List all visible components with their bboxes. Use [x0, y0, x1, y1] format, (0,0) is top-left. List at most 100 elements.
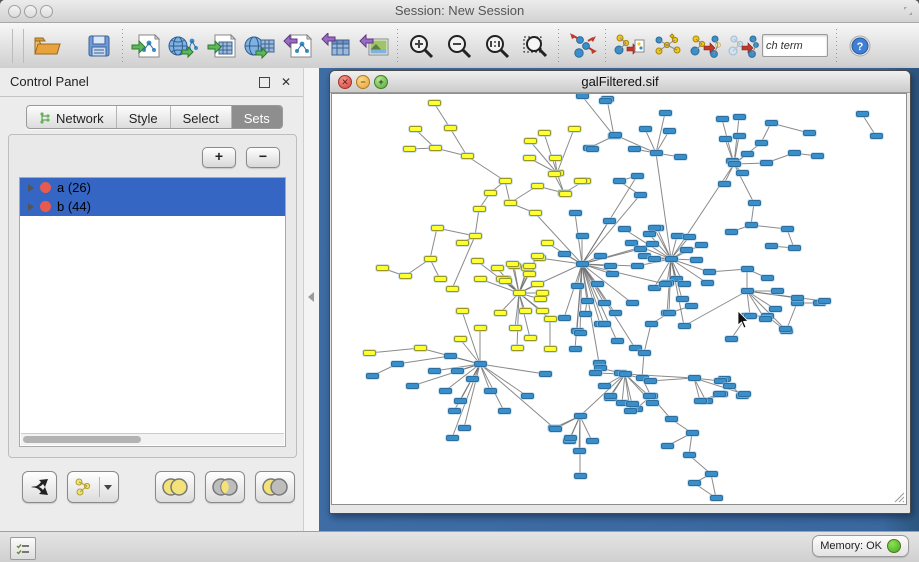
set-row[interactable]: a (26) — [20, 178, 285, 197]
graph-node-blue[interactable] — [733, 133, 746, 139]
graph-node-blue[interactable] — [741, 151, 754, 157]
resize-grip-icon[interactable] — [891, 489, 905, 503]
graph-node-blue[interactable] — [748, 200, 761, 206]
graph-node-yellow[interactable] — [363, 350, 376, 356]
graph-node-blue[interactable] — [569, 210, 582, 216]
graph-node-yellow[interactable] — [434, 276, 447, 282]
graph-node-yellow[interactable] — [504, 200, 517, 206]
graph-node-blue[interactable] — [765, 243, 778, 249]
graph-node-blue[interactable] — [648, 256, 661, 262]
graph-node-blue[interactable] — [591, 281, 604, 287]
tab-select[interactable]: Select — [171, 106, 232, 128]
graph-node-blue[interactable] — [765, 120, 778, 126]
graph-node-blue[interactable] — [484, 388, 497, 394]
graph-node-blue[interactable] — [663, 128, 676, 134]
graph-node-blue[interactable] — [598, 383, 611, 389]
graph-node-blue[interactable] — [576, 233, 589, 239]
graph-node-blue[interactable] — [586, 438, 599, 444]
network-canvas[interactable] — [331, 93, 907, 505]
graph-node-blue[interactable] — [571, 283, 584, 289]
graph-node-blue[interactable] — [779, 326, 792, 332]
graph-node-blue[interactable] — [609, 310, 622, 316]
graph-node-blue[interactable] — [643, 231, 656, 237]
task-history-button[interactable] — [10, 537, 36, 560]
export-image-button[interactable] — [355, 27, 393, 65]
graph-node-blue[interactable] — [680, 247, 693, 253]
import-network-file-button[interactable] — [127, 27, 165, 65]
import-table-file-button[interactable] — [203, 27, 241, 65]
split-set-button[interactable] — [22, 471, 57, 503]
graph-node-blue[interactable] — [811, 153, 824, 159]
graph-node-blue[interactable] — [558, 251, 571, 257]
graph-node-blue[interactable] — [599, 98, 612, 104]
graph-node-blue[interactable] — [643, 393, 656, 399]
graph-node-blue[interactable] — [683, 234, 696, 240]
graph-node-blue[interactable] — [619, 371, 632, 377]
memory-status-badge[interactable]: Memory: OK — [812, 535, 909, 557]
graph-node-yellow[interactable] — [544, 346, 557, 352]
graph-node-yellow[interactable] — [531, 183, 544, 189]
graph-node-blue[interactable] — [725, 336, 738, 342]
graph-node-blue[interactable] — [665, 256, 678, 262]
graph-node-yellow[interactable] — [454, 336, 467, 342]
graph-node-blue[interactable] — [573, 448, 586, 454]
graph-node-blue[interactable] — [665, 416, 678, 422]
graph-node-blue[interactable] — [674, 154, 687, 160]
graph-node-yellow[interactable] — [548, 171, 561, 177]
graph-node-blue[interactable] — [549, 426, 562, 432]
graph-node-yellow[interactable] — [568, 126, 581, 132]
graph-node-yellow[interactable] — [431, 225, 444, 231]
graph-node-blue[interactable] — [646, 400, 659, 406]
panel-splitter[interactable] — [303, 68, 320, 531]
graph-node-blue[interactable] — [771, 288, 784, 294]
import-network-web-button[interactable] — [165, 27, 203, 65]
graph-node-blue[interactable] — [569, 346, 582, 352]
fullscreen-icon[interactable] — [903, 6, 913, 16]
graph-node-blue[interactable] — [458, 425, 471, 431]
graph-node-yellow[interactable] — [499, 278, 512, 284]
graph-node-blue[interactable] — [678, 281, 691, 287]
help-button[interactable]: ? — [841, 27, 879, 65]
search-input[interactable] — [762, 34, 828, 57]
graph-node-yellow[interactable] — [529, 210, 542, 216]
graph-node-yellow[interactable] — [471, 258, 484, 264]
graph-node-yellow[interactable] — [523, 271, 536, 277]
collapse-panel-icon[interactable] — [308, 292, 314, 302]
graph-node-blue[interactable] — [624, 408, 637, 414]
graph-node-yellow[interactable] — [523, 263, 536, 269]
graph-node-blue[interactable] — [710, 495, 723, 501]
graph-node-blue[interactable] — [606, 271, 619, 277]
graph-node-blue[interactable] — [574, 413, 587, 419]
dropdown-arrow-icon[interactable] — [104, 485, 112, 490]
graph-node-blue[interactable] — [745, 222, 758, 228]
graph-node-yellow[interactable] — [494, 310, 507, 316]
graph-node-blue[interactable] — [741, 266, 754, 272]
graph-node-yellow[interactable] — [484, 190, 497, 196]
graph-node-yellow[interactable] — [456, 240, 469, 246]
graph-node-yellow[interactable] — [474, 325, 487, 331]
graph-node-blue[interactable] — [576, 93, 589, 99]
select-nodes-button[interactable] — [686, 27, 724, 65]
graph-node-blue[interactable] — [688, 480, 701, 486]
graph-node-blue[interactable] — [701, 280, 714, 286]
graph-node-yellow[interactable] — [424, 256, 437, 262]
add-set-button[interactable]: + — [202, 147, 236, 168]
graph-node-yellow[interactable] — [531, 253, 544, 259]
graph-node-blue[interactable] — [639, 126, 652, 132]
graph-node-blue[interactable] — [581, 298, 594, 304]
graph-node-blue[interactable] — [446, 435, 459, 441]
graph-node-blue[interactable] — [736, 170, 749, 176]
graph-node-blue[interactable] — [769, 306, 782, 312]
graph-node-blue[interactable] — [791, 295, 804, 301]
graph-node-blue[interactable] — [564, 435, 577, 441]
graph-node-blue[interactable] — [686, 430, 699, 436]
graph-node-yellow[interactable] — [499, 178, 512, 184]
graph-node-blue[interactable] — [728, 161, 741, 167]
graph-node-blue[interactable] — [521, 393, 534, 399]
graph-node-yellow[interactable] — [506, 261, 519, 267]
graph-node-blue[interactable] — [719, 136, 732, 142]
graph-node-blue[interactable] — [604, 393, 617, 399]
graph-node-yellow[interactable] — [531, 281, 544, 287]
graph-node-yellow[interactable] — [559, 191, 572, 197]
graph-node-blue[interactable] — [755, 140, 768, 146]
